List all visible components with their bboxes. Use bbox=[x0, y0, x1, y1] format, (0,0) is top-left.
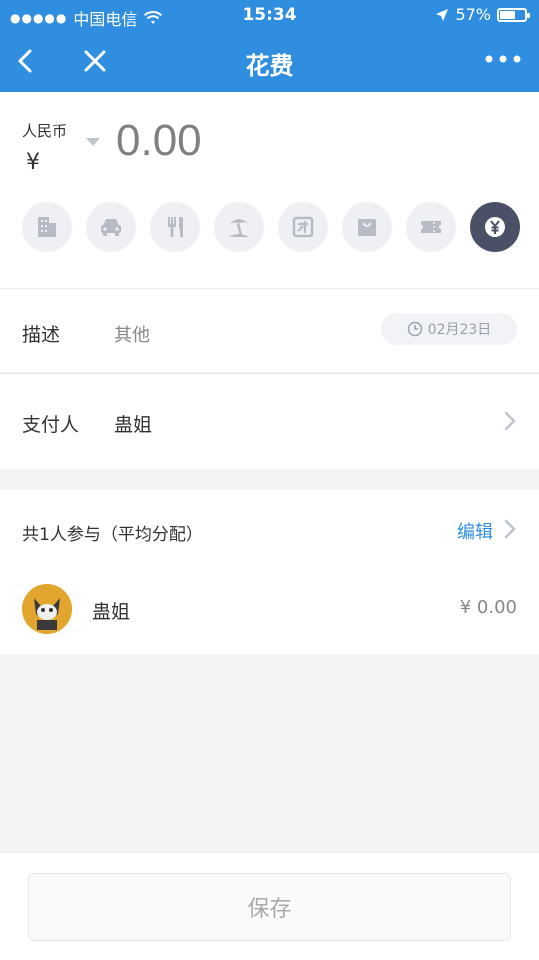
description-label: 描述 bbox=[22, 324, 61, 346]
date-value: 02月23日 bbox=[427, 322, 492, 338]
payer-row[interactable]: 支付人 蛊姐 bbox=[0, 373, 539, 469]
category-building[interactable] bbox=[22, 202, 72, 252]
save-button[interactable]: 保存 bbox=[28, 873, 511, 941]
fork-knife-icon bbox=[168, 217, 183, 237]
page-title: 花费 bbox=[245, 52, 294, 80]
category-ticket[interactable] bbox=[406, 202, 456, 252]
category-car[interactable] bbox=[86, 202, 136, 252]
yuan-coin-icon bbox=[485, 217, 505, 237]
beach-icon bbox=[229, 219, 249, 237]
car-icon bbox=[101, 219, 121, 236]
avatar bbox=[22, 584, 72, 634]
shopping-bag-icon bbox=[358, 219, 376, 236]
category-group-buy[interactable] bbox=[278, 202, 328, 252]
category-food[interactable] bbox=[150, 202, 200, 252]
chevron-right-icon bbox=[504, 411, 516, 431]
footer: 保存 bbox=[0, 852, 539, 960]
more-icon[interactable] bbox=[483, 52, 523, 66]
currency-name[interactable]: 人民币 bbox=[22, 120, 67, 141]
clock-icon bbox=[407, 321, 422, 337]
nav-bar: 花费 bbox=[0, 30, 539, 92]
date-picker[interactable]: 02月23日 bbox=[381, 313, 517, 345]
description-row: 描述 其他 02月23日 bbox=[0, 288, 539, 372]
status-right: 57% bbox=[435, 5, 530, 24]
currency-symbol[interactable]: ¥ bbox=[26, 150, 40, 175]
category-shopping[interactable] bbox=[342, 202, 392, 252]
category-other[interactable] bbox=[470, 202, 520, 252]
member-amount: ¥ 0.00 bbox=[459, 597, 517, 618]
chevron-right-icon[interactable] bbox=[503, 518, 517, 540]
group-buy-icon bbox=[292, 216, 314, 238]
battery-percent: 57% bbox=[455, 5, 491, 24]
category-list bbox=[22, 202, 520, 252]
currency-dropdown-icon[interactable] bbox=[86, 138, 100, 146]
building-icon bbox=[38, 217, 56, 237]
amount-input[interactable]: 0.00 bbox=[116, 116, 202, 166]
payer-label: 支付人 bbox=[22, 414, 80, 436]
amount-card: 人民币 ¥ 0.00 bbox=[0, 92, 539, 288]
participants-card: 共1人参与（平均分配） 编辑 蛊姐 ¥ 0.00 bbox=[0, 490, 539, 654]
battery-icon bbox=[497, 7, 530, 22]
participants-title: 共1人参与（平均分配） bbox=[22, 525, 203, 545]
location-arrow-icon bbox=[436, 8, 449, 21]
category-travel[interactable] bbox=[214, 202, 264, 252]
status-bar: ●●●●● 中国电信 15:34 57% bbox=[0, 0, 539, 30]
payer-name: 蛊姐 bbox=[114, 414, 153, 436]
description-input[interactable]: 其他 bbox=[114, 321, 150, 347]
edit-participants-link[interactable]: 编辑 bbox=[457, 518, 493, 544]
member-name: 蛊姐 bbox=[92, 601, 131, 623]
cat-avatar-icon bbox=[22, 584, 72, 634]
ticket-icon bbox=[421, 221, 441, 233]
